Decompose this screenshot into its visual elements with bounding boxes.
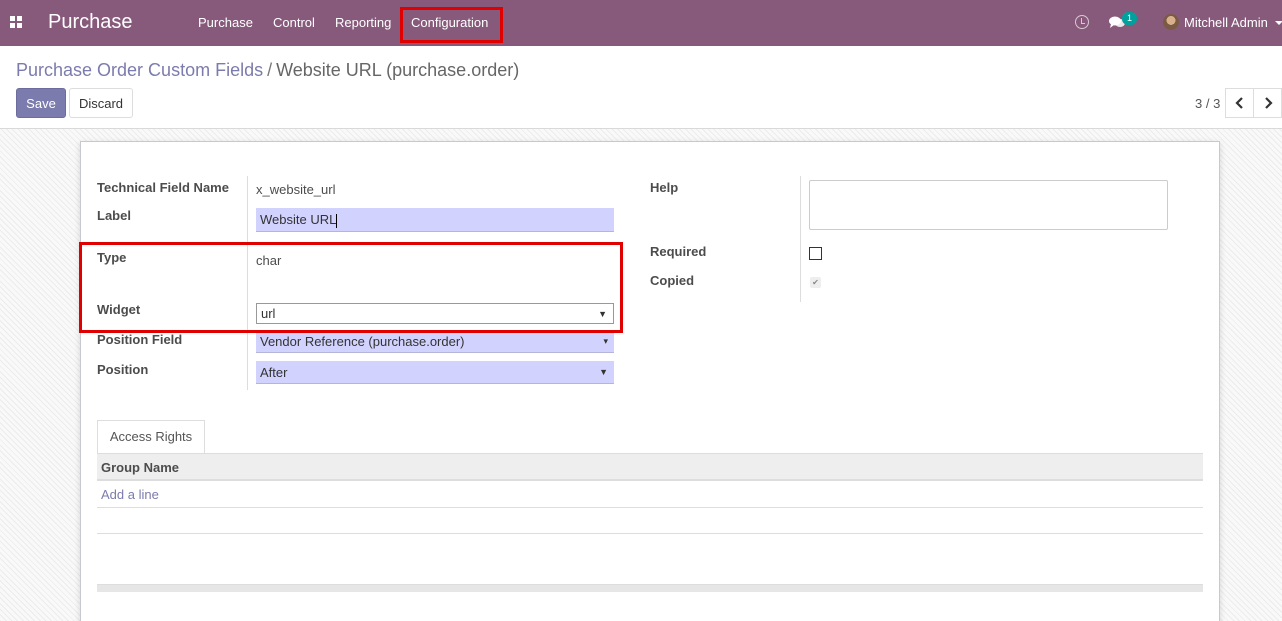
chevron-left-icon bbox=[1235, 97, 1243, 109]
dropdown-arrow-icon: ▼ bbox=[599, 367, 608, 377]
table-row: Add a line bbox=[97, 482, 1203, 508]
position-field-value: Vendor Reference (purchase.order) bbox=[260, 334, 465, 349]
label-field-label: Label bbox=[97, 208, 131, 223]
form-content-area: Technical Field Name x_website_url Label… bbox=[0, 129, 1282, 621]
position-label: Position bbox=[97, 362, 149, 377]
menu-control[interactable]: Control bbox=[273, 15, 315, 30]
required-label: Required bbox=[650, 244, 707, 259]
table-row bbox=[97, 559, 1203, 585]
technical-name-label: Technical Field Name bbox=[97, 180, 229, 195]
form-sheet: Technical Field Name x_website_url Label… bbox=[79, 141, 1220, 621]
menu-purchase[interactable]: Purchase bbox=[198, 15, 253, 30]
column-group-name[interactable]: Group Name bbox=[101, 460, 179, 475]
help-label: Help bbox=[650, 180, 679, 195]
add-line-link[interactable]: Add a line bbox=[101, 487, 159, 502]
user-menu-caret-icon[interactable] bbox=[1275, 21, 1282, 25]
caret-down-icon: ▾ bbox=[603, 336, 608, 346]
pager-next-button[interactable] bbox=[1253, 88, 1282, 118]
save-button[interactable]: Save bbox=[16, 88, 66, 118]
chevron-right-icon bbox=[1265, 97, 1273, 109]
label-input[interactable]: Website URL bbox=[256, 208, 614, 232]
table-row bbox=[97, 534, 1203, 560]
table-header: Group Name bbox=[97, 453, 1203, 481]
user-menu[interactable]: Mitchell Admin bbox=[1184, 15, 1268, 30]
user-avatar[interactable] bbox=[1163, 14, 1179, 30]
pager-value[interactable]: 3 / 3 bbox=[1195, 96, 1220, 111]
tab-access-rights[interactable]: Access Rights bbox=[97, 420, 205, 454]
technical-name-value: x_website_url bbox=[256, 182, 336, 197]
top-navbar: Purchase Purchase Control Reporting Conf… bbox=[0, 0, 1282, 46]
highlight-box-type-widget bbox=[79, 242, 623, 333]
control-panel: Purchase Order Custom Fields / Website URL… bbox=[0, 46, 1282, 129]
position-field-select[interactable]: Vendor Reference (purchase.order) ▾ bbox=[256, 330, 614, 353]
position-field-label: Position Field bbox=[97, 332, 183, 347]
position-value: After bbox=[260, 365, 288, 380]
text-cursor bbox=[336, 213, 338, 228]
table-row bbox=[97, 508, 1203, 534]
label-input-value: Website URL bbox=[260, 212, 337, 227]
highlight-box-configuration bbox=[400, 7, 503, 43]
right-group-divider bbox=[800, 176, 801, 302]
app-brand[interactable]: Purchase bbox=[48, 11, 133, 34]
discard-button[interactable]: Discard bbox=[69, 88, 133, 118]
apps-grid-icon[interactable] bbox=[10, 16, 23, 29]
table-footer bbox=[97, 585, 1203, 592]
notification-badge: 1 bbox=[1122, 12, 1137, 25]
position-select[interactable]: After ▼ bbox=[256, 361, 614, 384]
breadcrumb-parent-link[interactable]: Purchase Order Custom Fields bbox=[16, 60, 263, 80]
copied-label: Copied bbox=[650, 273, 695, 288]
activity-clock-icon[interactable] bbox=[1075, 15, 1089, 29]
breadcrumb-current: Website URL (purchase.order) bbox=[276, 60, 520, 80]
breadcrumb: Purchase Order Custom Fields / Website URL… bbox=[16, 60, 519, 81]
copied-checkbox: ✔ bbox=[810, 277, 821, 288]
help-textarea[interactable] bbox=[809, 180, 1168, 230]
required-checkbox[interactable] bbox=[809, 247, 822, 260]
pager-previous-button[interactable] bbox=[1225, 88, 1254, 118]
breadcrumb-separator: / bbox=[267, 60, 273, 80]
menu-reporting[interactable]: Reporting bbox=[335, 15, 391, 30]
